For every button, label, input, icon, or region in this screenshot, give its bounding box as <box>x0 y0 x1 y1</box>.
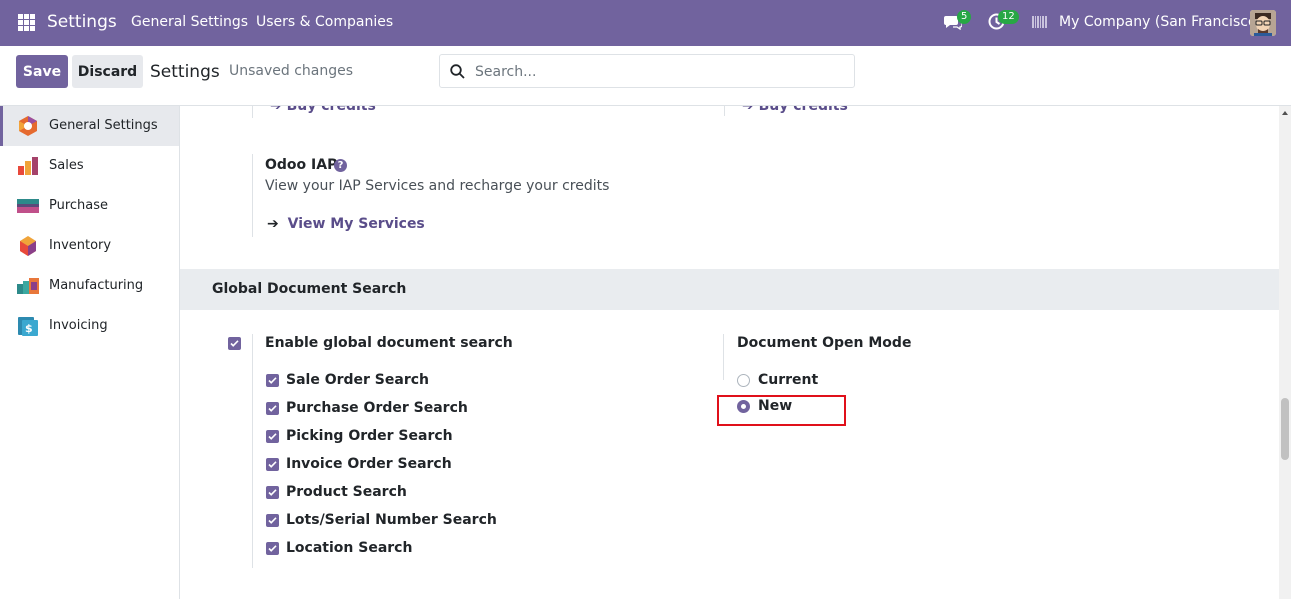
divider <box>252 334 253 568</box>
sidebar-item-label: Manufacturing <box>49 278 144 293</box>
iap-title: Odoo IAP <box>265 157 338 173</box>
open-mode-current-label[interactable]: Current <box>758 372 818 388</box>
enable-global-search-label: Enable global document search <box>265 335 513 351</box>
location-search-label[interactable]: Location Search <box>286 540 412 556</box>
arrow-right-icon: ➔ <box>270 106 287 114</box>
settings-content: ➔ Buy credits ➔ Buy credits Odoo IAP ? V… <box>180 106 1279 599</box>
product-search-checkbox[interactable] <box>266 486 279 499</box>
sale-order-search-checkbox[interactable] <box>266 374 279 387</box>
divider <box>723 334 724 380</box>
lots-serial-search-checkbox[interactable] <box>266 514 279 527</box>
sidebar-item-inventory[interactable]: Inventory <box>0 226 179 266</box>
control-panel: Save Discard Settings Unsaved changes <box>0 46 1291 106</box>
iap-description: View your IAP Services and recharge your… <box>265 178 610 194</box>
scroll-up-arrow-icon[interactable] <box>1282 111 1288 115</box>
menu-users-companies[interactable]: Users & Companies <box>256 14 393 30</box>
location-search-checkbox[interactable] <box>266 542 279 555</box>
invoice-order-search-label[interactable]: Invoice Order Search <box>286 456 452 472</box>
activity-count-badge: 12 <box>998 10 1019 24</box>
section-header: Global Document Search <box>180 269 1279 310</box>
scrollbar-thumb[interactable] <box>1281 398 1289 460</box>
sale-order-search-label[interactable]: Sale Order Search <box>286 372 429 388</box>
apps-menu-icon[interactable] <box>18 14 35 31</box>
divider <box>724 106 725 116</box>
menu-general-settings[interactable]: General Settings <box>131 14 248 30</box>
chat-count-badge: 5 <box>957 10 972 24</box>
divider <box>252 154 253 237</box>
arrow-right-icon: ➔ <box>742 106 759 114</box>
sidebar-item-label: Inventory <box>49 238 112 253</box>
discard-button[interactable]: Discard <box>72 55 143 88</box>
sidebar-item-label: General Settings <box>49 118 158 133</box>
divider <box>252 106 253 118</box>
view-my-services-link[interactable]: ➔ View My Services <box>267 216 425 232</box>
open-mode-current-radio[interactable] <box>737 374 750 387</box>
manufacturing-icon <box>17 276 39 296</box>
enable-global-search-checkbox[interactable] <box>228 337 241 350</box>
section-title: Global Document Search <box>212 281 407 297</box>
save-button[interactable]: Save <box>16 55 68 88</box>
sidebar-item-general-settings[interactable]: General Settings <box>0 106 179 146</box>
purchase-icon <box>17 196 39 216</box>
highlight-annotation-box <box>717 395 846 426</box>
search-input[interactable] <box>475 62 845 82</box>
sidebar-item-sales[interactable]: Sales <box>0 146 179 186</box>
general-settings-icon <box>17 116 39 136</box>
sidebar-item-label: Sales <box>49 158 84 173</box>
buy-credits-link-1[interactable]: ➔ Buy credits <box>270 106 376 114</box>
sidebar-item-label: Purchase <box>49 198 109 213</box>
svg-text:$: $ <box>25 322 33 335</box>
arrow-right-icon: ➔ <box>267 216 279 232</box>
purchase-order-search-label[interactable]: Purchase Order Search <box>286 400 468 416</box>
sidebar-item-manufacturing[interactable]: Manufacturing <box>0 266 179 306</box>
user-avatar[interactable] <box>1250 10 1276 36</box>
sidebar-item-purchase[interactable]: Purchase <box>0 186 179 226</box>
buy-credits-link-2[interactable]: ➔ Buy credits <box>742 106 848 114</box>
settings-sidebar: General Settings Sales Purchase Inventor… <box>0 106 180 599</box>
main-scrollbar[interactable] <box>1279 106 1291 599</box>
document-open-mode-label: Document Open Mode <box>737 335 912 351</box>
sidebar-item-invoicing[interactable]: $ Invoicing <box>0 306 179 346</box>
top-navbar: Settings General Settings Users & Compan… <box>0 0 1291 46</box>
company-switch-icon[interactable] <box>1032 16 1047 28</box>
lots-serial-search-label[interactable]: Lots/Serial Number Search <box>286 512 497 528</box>
invoice-order-search-checkbox[interactable] <box>266 458 279 471</box>
search-icon <box>450 64 465 79</box>
purchase-order-search-checkbox[interactable] <box>266 402 279 415</box>
product-search-label[interactable]: Product Search <box>286 484 407 500</box>
picking-order-search-checkbox[interactable] <box>266 430 279 443</box>
page-title: Settings <box>150 62 220 82</box>
app-title[interactable]: Settings <box>47 12 117 32</box>
picking-order-search-label[interactable]: Picking Order Search <box>286 428 453 444</box>
sidebar-item-label: Invoicing <box>49 318 108 333</box>
company-name[interactable]: My Company (San Francisco) <box>1059 14 1262 30</box>
invoicing-icon: $ <box>17 316 39 336</box>
help-icon[interactable]: ? <box>334 159 347 172</box>
sales-icon <box>17 156 39 176</box>
search-box[interactable] <box>439 54 855 88</box>
unsaved-status: Unsaved changes <box>229 63 354 79</box>
inventory-icon <box>17 236 39 256</box>
